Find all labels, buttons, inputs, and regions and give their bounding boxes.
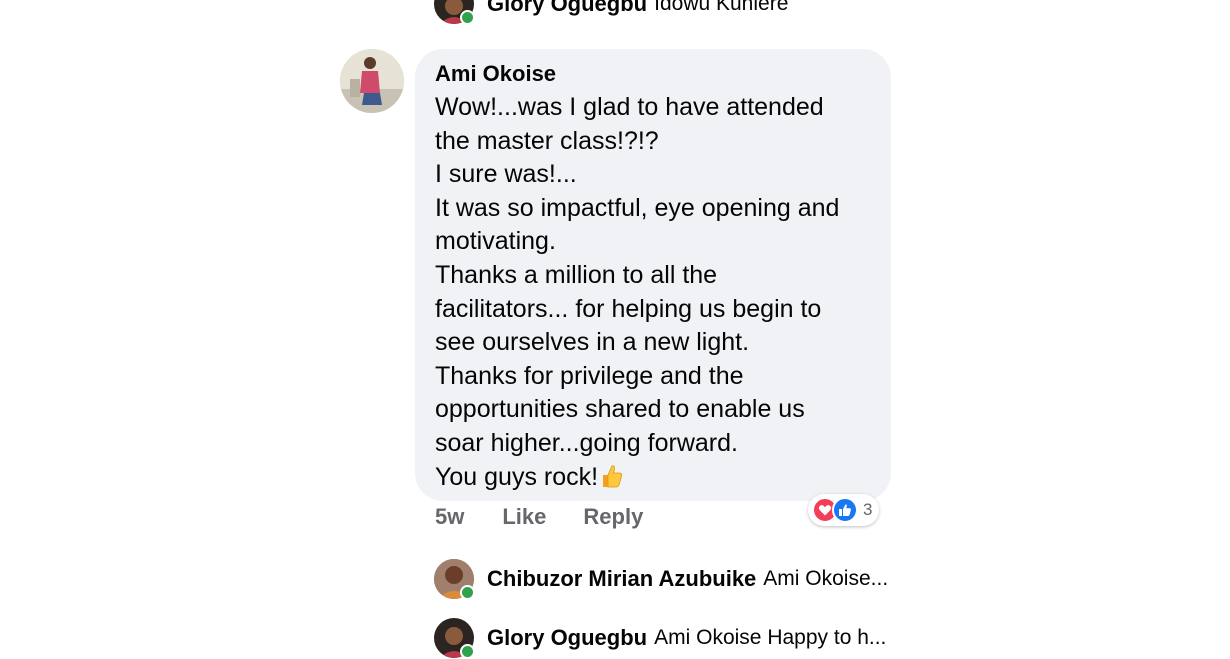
comment-line: It was so impactful, eye opening and	[435, 193, 840, 222]
comment-actions: 5w Like Reply	[435, 504, 680, 530]
comment-line-last: You guys rock!	[435, 461, 871, 495]
reply-preview-text[interactable]: Ami Okoise...	[763, 567, 888, 591]
reply-button[interactable]: Reply	[583, 504, 643, 530]
reply-author-name[interactable]: Glory Oguegbu	[487, 625, 647, 651]
reply-row-top: Glory Oguegbu Idowu Kuniere	[434, 0, 788, 25]
comment-line: soar higher...going forward.	[435, 428, 738, 457]
reply-author-name[interactable]: Glory Oguegbu	[487, 0, 647, 17]
comment-line-text: You guys rock!	[435, 462, 599, 491]
avatar[interactable]	[434, 0, 475, 25]
comment-timestamp[interactable]: 5w	[435, 504, 464, 530]
comment-line: see ourselves in a new light.	[435, 328, 750, 357]
like-button[interactable]: Like	[502, 504, 546, 530]
comment-bubble: Ami Okoise Wow!...was I glad to have att…	[415, 49, 891, 501]
comment-line: Wow!...was I glad to have attended	[435, 93, 824, 121]
comment-line: opportunities shared to enable us	[435, 395, 805, 424]
comment-author-avatar[interactable]	[340, 49, 404, 113]
thumbs-up-emoji-icon	[599, 463, 625, 489]
reactions-summary[interactable]: 3	[808, 494, 880, 526]
reaction-count: 3	[863, 500, 873, 519]
online-status-dot	[460, 10, 475, 25]
reply-row: Glory Oguegbu Ami Okoise Happy to h...	[434, 618, 886, 659]
avatar[interactable]	[434, 559, 475, 600]
reply-preview-text[interactable]: Ami Okoise Happy to h...	[654, 626, 886, 650]
reply-row: Chibuzor Mirian Azubuike Ami Okoise...	[434, 559, 888, 600]
comment-line: Thanks a million to all the	[435, 260, 718, 289]
comment-line: I sure was!...	[435, 160, 577, 189]
online-status-dot	[460, 585, 475, 600]
comment-body: Wow!...was I glad to have attended the m…	[435, 91, 871, 494]
reply-author-name[interactable]: Chibuzor Mirian Azubuike	[487, 566, 756, 592]
comment-author-name[interactable]: Ami Okoise	[435, 62, 871, 86]
comment-line: motivating.	[435, 227, 556, 256]
comment-line: Thanks for privilege and the	[435, 361, 744, 390]
comment-line: the master class!?!?	[435, 126, 659, 155]
avatar[interactable]	[434, 618, 475, 659]
comment-line: facilitators... for helping us begin to	[435, 294, 822, 323]
reply-preview-text[interactable]: Idowu Kuniere	[654, 0, 788, 16]
like-thumb-icon	[832, 497, 858, 523]
